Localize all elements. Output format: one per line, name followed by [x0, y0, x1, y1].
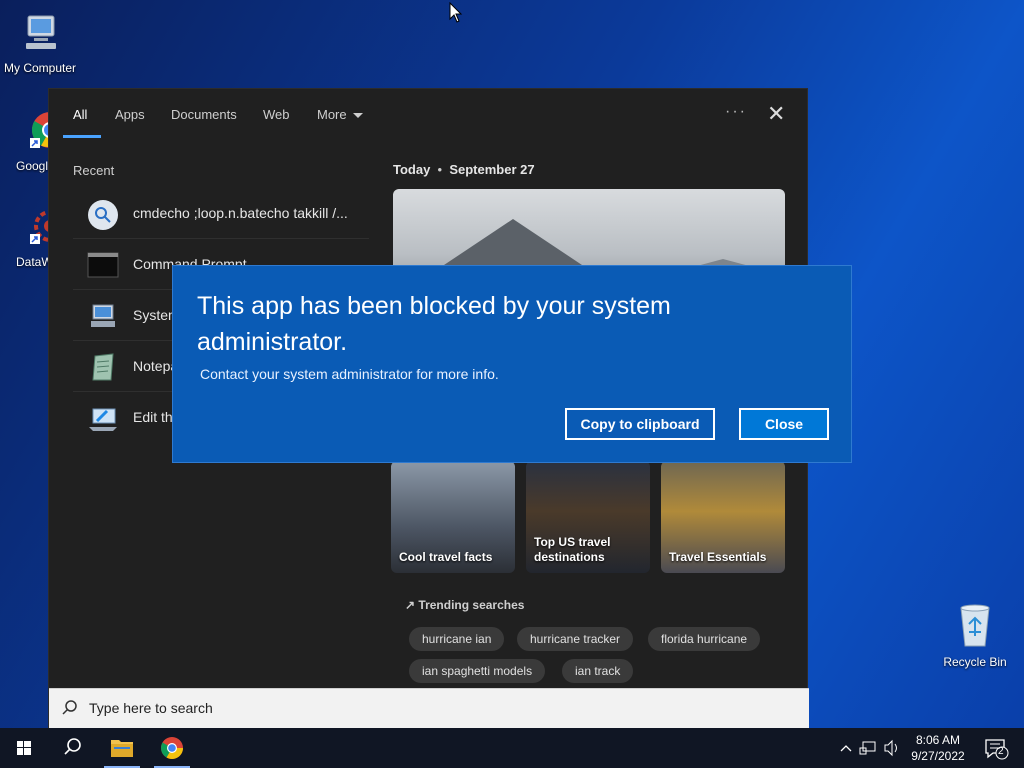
- tab-web[interactable]: Web: [263, 107, 290, 122]
- trending-heading: ↗ Trending searches: [405, 598, 524, 612]
- windows-logo-icon: [17, 741, 31, 755]
- taskbar-search-box[interactable]: Type here to search: [49, 688, 809, 728]
- today-heading: Today • September 27: [393, 162, 535, 177]
- close-button[interactable]: Close: [739, 408, 829, 440]
- trending-chip[interactable]: hurricane ian: [409, 627, 505, 651]
- edit-system-icon: [87, 403, 119, 433]
- card-label: Travel Essentials: [669, 550, 767, 564]
- today-label: Today: [393, 162, 431, 177]
- search-tabs: All Apps Documents Web More ··· ✕: [49, 89, 809, 141]
- recent-item-label: cmdecho ;loop.n.batecho takkill /...: [133, 205, 348, 221]
- search-input[interactable]: Type here to search: [89, 700, 213, 716]
- clock-time: 8:06 AM: [915, 733, 961, 747]
- close-icon[interactable]: ✕: [767, 101, 785, 127]
- file-explorer-button[interactable]: [98, 728, 146, 768]
- taskbar: 8:06 AM 9/27/2022 2: [0, 728, 1024, 768]
- recent-heading: Recent: [73, 163, 115, 178]
- desktop-icon-label: My Computer: [3, 61, 77, 75]
- trending-chip[interactable]: florida hurricane: [648, 627, 761, 651]
- search-icon: [87, 199, 119, 230]
- search-icon: [61, 699, 79, 717]
- search-icon: [64, 738, 81, 755]
- copy-to-clipboard-button[interactable]: Copy to clipboard: [565, 408, 715, 440]
- recent-item[interactable]: cmdecho ;loop.n.batecho takkill /...: [73, 189, 369, 239]
- desktop-icon-my-computer[interactable]: My Computer: [0, 10, 80, 75]
- trending-chip[interactable]: ian spaghetti models: [409, 659, 546, 683]
- desktop-icon-recycle-bin[interactable]: Recycle Bin: [935, 602, 1015, 669]
- computer-icon: [0, 10, 80, 57]
- trending-chip[interactable]: hurricane tracker: [517, 627, 634, 651]
- tab-more[interactable]: More: [317, 107, 363, 122]
- card-label: Top US travel destinations: [534, 535, 611, 564]
- travel-card[interactable]: Cool travel facts: [391, 461, 515, 573]
- app-blocked-dialog: This app has been blocked by your system…: [172, 265, 852, 463]
- search-button[interactable]: [48, 728, 96, 768]
- start-button[interactable]: [0, 728, 48, 768]
- volume-icon[interactable]: [884, 739, 897, 757]
- folder-icon: [111, 740, 133, 757]
- system-icon: [87, 301, 119, 331]
- system-tray: [838, 728, 902, 768]
- notification-count: 2: [998, 746, 1004, 757]
- travel-card[interactable]: Top US travel destinations: [526, 461, 650, 573]
- travel-card[interactable]: Travel Essentials: [661, 461, 785, 573]
- tab-documents[interactable]: Documents: [171, 107, 237, 122]
- dialog-title: This app has been blocked by your system…: [197, 292, 671, 356]
- action-center-button[interactable]: 2: [976, 728, 1024, 768]
- dialog-message: Contact your system administrator for mo…: [200, 366, 499, 382]
- trending-arrow-icon: ↗: [405, 598, 416, 612]
- active-tab-indicator: [63, 135, 101, 138]
- mouse-cursor-icon: [449, 1, 463, 29]
- today-date: September 27: [449, 162, 535, 177]
- trending-label: Trending searches: [418, 598, 525, 612]
- tab-apps[interactable]: Apps: [115, 107, 145, 122]
- network-icon[interactable]: [859, 741, 876, 755]
- clock[interactable]: 8:06 AM 9/27/2022: [902, 732, 974, 764]
- command-prompt-icon: [87, 250, 119, 280]
- tab-all[interactable]: All: [73, 107, 87, 122]
- recycle-bin-icon: [935, 602, 1015, 651]
- clock-date: 9/27/2022: [911, 749, 965, 763]
- card-label: Cool travel facts: [399, 550, 493, 564]
- notepad-icon: [87, 352, 119, 382]
- chrome-icon: [161, 737, 183, 759]
- chevron-up-icon[interactable]: [840, 745, 852, 752]
- desktop-icon-label: Recycle Bin: [943, 655, 1007, 669]
- tab-more-label: More: [317, 107, 347, 122]
- chevron-down-icon: [352, 113, 363, 119]
- chrome-taskbar-button[interactable]: [148, 728, 196, 768]
- trending-chip[interactable]: ian track: [562, 659, 634, 683]
- more-options-icon[interactable]: ···: [725, 103, 747, 121]
